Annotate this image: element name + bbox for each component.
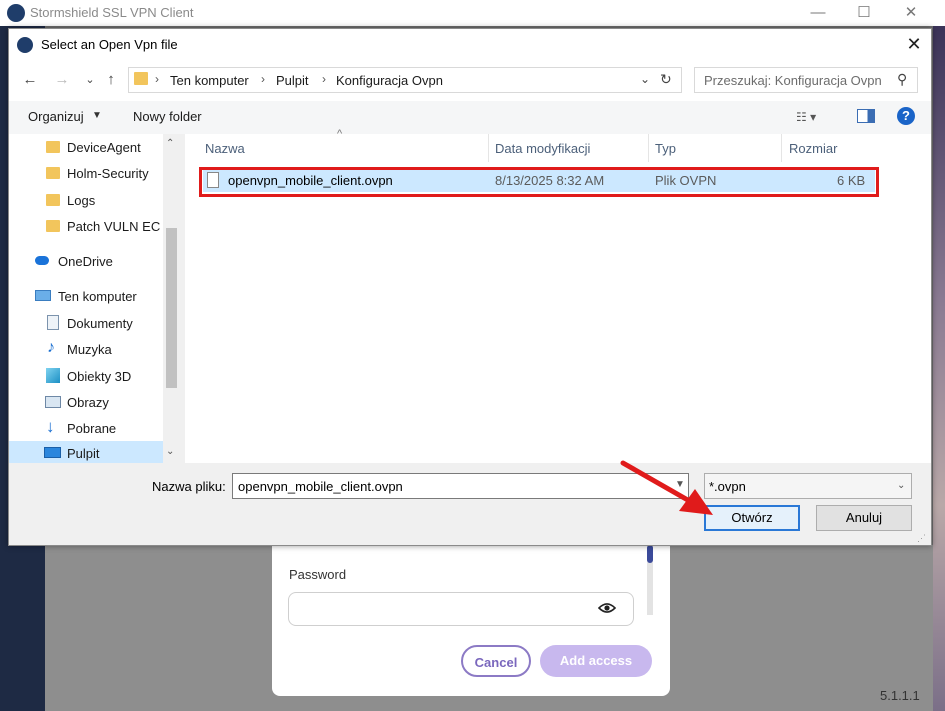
address-dropdown-chevron-icon[interactable]: ⌄ xyxy=(640,72,650,86)
cube-icon xyxy=(46,368,60,383)
column-header-name[interactable]: Nazwa xyxy=(205,141,245,156)
sidebar-item-pulpit[interactable]: Pulpit xyxy=(9,441,163,463)
new-folder-button[interactable]: Nowy folder xyxy=(133,109,202,124)
sidebar-item-label: OneDrive xyxy=(58,254,113,269)
navigation-pane-scroll-thumb[interactable] xyxy=(166,228,177,388)
column-header-size[interactable]: Rozmiar xyxy=(789,141,837,156)
desktop-wallpaper-strip xyxy=(933,26,945,711)
folder-icon xyxy=(46,220,60,232)
sidebar-item-obiekty-3d[interactable]: Obiekty 3D xyxy=(9,363,163,389)
password-label: Password xyxy=(289,567,347,582)
sidebar-item-dokumenty[interactable]: Dokumenty xyxy=(9,310,163,336)
file-icon xyxy=(207,172,219,188)
recent-locations-chevron-icon[interactable]: ⌄ xyxy=(80,70,100,90)
filename-label: Nazwa pliku: xyxy=(152,479,226,494)
forward-arrow-icon[interactable]: → xyxy=(52,70,72,90)
password-field[interactable] xyxy=(288,592,634,626)
breadcrumb-separator-icon: › xyxy=(322,72,326,86)
filename-value[interactable]: openvpn_mobile_client.ovpn xyxy=(238,479,403,494)
sort-ascending-icon: ^ xyxy=(337,128,343,140)
organize-menu[interactable]: Organizuj xyxy=(28,109,84,124)
breadcrumb-separator-icon: › xyxy=(155,72,159,86)
sidebar-item-logs[interactable]: Logs xyxy=(9,187,163,213)
resize-grip-icon[interactable]: ⋰ xyxy=(917,533,926,544)
help-icon[interactable]: ? xyxy=(897,107,915,125)
show-password-eye-icon[interactable] xyxy=(598,602,616,614)
stormshield-logo-icon xyxy=(7,4,25,22)
organize-dropdown-icon[interactable]: ▼ xyxy=(92,110,102,121)
view-options-icon[interactable]: ☷ ▾ xyxy=(796,110,816,124)
download-icon: ↓ xyxy=(46,417,55,436)
refresh-icon[interactable]: ↻ xyxy=(660,71,672,88)
version-label: 5.1.1.1 xyxy=(880,688,920,703)
search-icon[interactable]: ⚲ xyxy=(897,71,907,88)
breadcrumb-ten-komputer[interactable]: Ten komputer xyxy=(170,73,249,88)
scroll-down-chevron-icon[interactable]: ⌄ xyxy=(166,446,174,457)
column-header-type[interactable]: Typ xyxy=(655,141,676,156)
annotation-arrow-icon xyxy=(620,460,713,515)
folder-icon xyxy=(46,141,60,153)
dialog-cancel-button[interactable]: Anuluj xyxy=(816,505,912,531)
filetype-dropdown-chevron-icon[interactable]: ⌄ xyxy=(897,480,905,491)
sidebar-item-patch-vuln[interactable]: Patch VULN EC I xyxy=(9,213,163,239)
folder-icon xyxy=(46,194,60,206)
dialog-title: Select an Open Vpn file xyxy=(41,37,178,52)
column-header-modified[interactable]: Data modyfikacji xyxy=(495,141,590,156)
pictures-icon xyxy=(45,396,61,408)
file-name[interactable]: openvpn_mobile_client.ovpn xyxy=(228,173,393,188)
sidebar-item-ten-komputer[interactable]: Ten komputer xyxy=(9,283,163,309)
stormshield-logo-icon xyxy=(17,37,33,53)
close-app-button[interactable]: ✕ xyxy=(888,2,934,24)
computer-icon xyxy=(35,290,51,301)
file-size: 6 KB xyxy=(837,173,866,188)
column-divider[interactable] xyxy=(488,134,489,162)
search-placeholder: Przeszukaj: Konfiguracja Ovpn xyxy=(704,73,882,88)
add-access-button[interactable]: Add access xyxy=(540,645,652,677)
scroll-up-chevron-icon[interactable]: ⌃ xyxy=(166,138,174,149)
up-arrow-icon[interactable]: ↑ xyxy=(101,70,121,90)
sidebar-item-obrazy[interactable]: Obrazy xyxy=(9,389,163,415)
sidebar-item-label: Obiekty 3D xyxy=(67,369,132,384)
sidebar-item-label: Holm-Security xyxy=(67,166,149,181)
back-arrow-icon[interactable]: ← xyxy=(20,70,40,90)
maximize-button[interactable]: ☐ xyxy=(841,2,887,24)
file-type: Plik OVPN xyxy=(655,173,717,188)
folder-icon xyxy=(134,72,148,85)
cancel-button[interactable]: Cancel xyxy=(461,645,531,677)
desktop-icon xyxy=(44,447,61,458)
card-scrollbar-thumb[interactable] xyxy=(647,545,653,563)
sidebar-item-onedrive[interactable]: OneDrive xyxy=(9,248,163,274)
background-window-title: Stormshield SSL VPN Client xyxy=(30,5,194,20)
column-divider[interactable] xyxy=(781,134,782,162)
preview-pane-icon[interactable] xyxy=(857,109,875,123)
breadcrumb-konfiguracja-ovpn[interactable]: Konfiguracja Ovpn xyxy=(336,73,443,88)
documents-icon xyxy=(47,315,59,330)
sidebar-item-label: DeviceAgent xyxy=(67,140,141,155)
dialog-close-icon[interactable]: ✕ xyxy=(898,33,930,55)
sidebar-item-label: Patch VULN EC I xyxy=(67,219,162,234)
minimize-button[interactable]: — xyxy=(795,2,841,24)
sidebar-item-pobrane[interactable]: ↓ Pobrane xyxy=(9,415,163,441)
sidebar-item-label: Dokumenty xyxy=(67,316,133,331)
folder-icon xyxy=(46,167,60,179)
sidebar-item-label: Logs xyxy=(67,193,96,208)
cloud-icon xyxy=(35,256,49,265)
sidebar-item-holm-security[interactable]: Holm-Security xyxy=(9,160,163,186)
sidebar-item-label: Pulpit xyxy=(67,446,100,461)
breadcrumb-separator-icon: › xyxy=(261,72,265,86)
sidebar-item-label: Muzyka xyxy=(67,342,112,357)
music-icon: ♪ xyxy=(47,339,55,356)
file-modified: 8/13/2025 8:32 AM xyxy=(495,173,605,188)
column-divider[interactable] xyxy=(648,134,649,162)
sidebar-item-label: Obrazy xyxy=(67,395,109,410)
breadcrumb-pulpit[interactable]: Pulpit xyxy=(276,73,309,88)
sidebar-item-label: Pobrane xyxy=(67,421,117,436)
sidebar-item-deviceagent[interactable]: DeviceAgent xyxy=(9,134,163,160)
sidebar-item-label: Ten komputer xyxy=(58,289,137,304)
sidebar-item-muzyka[interactable]: ♪ Muzyka xyxy=(9,336,163,362)
